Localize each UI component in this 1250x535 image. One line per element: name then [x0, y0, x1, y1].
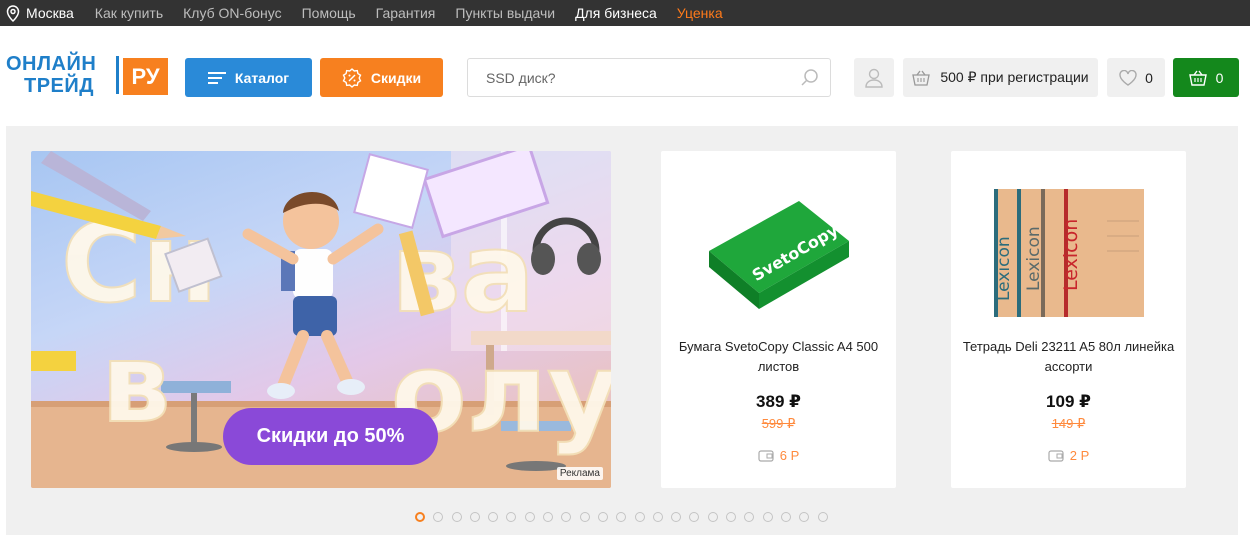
- ad-label: Реклама: [556, 467, 603, 480]
- product-bonus-value: 2 Р: [1069, 448, 1090, 463]
- registration-bonus-button[interactable]: 500 ₽ при регистрации: [903, 58, 1098, 97]
- svg-text:в: в: [101, 319, 171, 447]
- sale-label: Скидки: [370, 69, 422, 86]
- logo-line2: ТРЕЙД: [24, 75, 95, 97]
- link-for-business[interactable]: Для бизнеса: [575, 5, 657, 21]
- sale-button[interactable]: Скидки: [320, 58, 443, 97]
- heart-icon: [1119, 69, 1137, 86]
- catalog-label: Каталог: [234, 69, 290, 86]
- product-bonus-value: 6 Р: [779, 448, 800, 463]
- carousel-dot[interactable]: [799, 512, 810, 522]
- bonus-card-icon: [758, 449, 774, 462]
- favorites-button[interactable]: 0: [1107, 58, 1165, 97]
- carousel-dot[interactable]: [744, 512, 755, 522]
- search-bar: [467, 58, 831, 97]
- carousel-dot[interactable]: [762, 512, 773, 522]
- carousel-dot[interactable]: [506, 512, 517, 522]
- city-selector[interactable]: Москва: [6, 4, 74, 22]
- search-icon[interactable]: [800, 68, 820, 88]
- carousel-dot[interactable]: [433, 512, 444, 522]
- link-pickup-points[interactable]: Пункты выдачи: [455, 5, 555, 21]
- link-how-to-buy[interactable]: Как купить: [95, 5, 163, 21]
- carousel-dot[interactable]: [597, 512, 608, 522]
- carousel-dot[interactable]: [707, 512, 718, 522]
- link-markdown[interactable]: Уценка: [677, 5, 723, 21]
- svg-text:Lexicon: Lexicon: [1024, 226, 1044, 291]
- catalog-button[interactable]: Каталог: [185, 58, 312, 97]
- svg-text:Lexicon: Lexicon: [1060, 219, 1082, 291]
- carousel-dot[interactable]: [561, 512, 572, 522]
- link-warranty[interactable]: Гарантия: [376, 5, 436, 21]
- top-bar: Москва Как купить Клуб ON-бонус Помощь Г…: [0, 0, 1250, 26]
- carousel-dot[interactable]: [652, 512, 663, 522]
- product-old-price: 149 ₽: [1051, 416, 1086, 431]
- header: ОНЛАЙН ТРЕЙД РУ Каталог Скидки 500 ₽ при…: [0, 26, 1250, 126]
- favorites-count: 0: [1145, 69, 1153, 86]
- logo-line1: ОНЛАЙН: [6, 53, 97, 75]
- product-image-paper: SvetoCopy: [709, 201, 849, 309]
- carousel-dot[interactable]: [817, 512, 828, 522]
- basket-icon: [912, 70, 931, 86]
- registration-bonus-text: 500 ₽ при регистрации: [940, 69, 1089, 85]
- cart-basket-icon: [1188, 70, 1207, 86]
- site-logo[interactable]: ОНЛАЙН ТРЕЙД РУ: [6, 53, 168, 101]
- cart-button[interactable]: 0: [1173, 58, 1239, 97]
- carousel-dot[interactable]: [689, 512, 700, 522]
- discount-pill[interactable]: Скидки до 50%: [223, 408, 438, 465]
- location-pin-icon: [6, 4, 20, 22]
- carousel-dot[interactable]: [780, 512, 791, 522]
- carousel-dot[interactable]: [469, 512, 480, 522]
- product-image-notebooks: Lexicon Lexicon Lexicon: [994, 189, 1144, 317]
- bonus-card-icon: [1048, 449, 1064, 462]
- logo-divider: [116, 56, 119, 94]
- carousel-dot[interactable]: [616, 512, 627, 522]
- product-old-price: 599 ₽: [761, 416, 796, 431]
- product-price: 389 ₽: [756, 392, 801, 411]
- carousel-dot[interactable]: [671, 512, 682, 522]
- account-button[interactable]: [854, 58, 894, 97]
- product-bonus: 2 Р: [951, 448, 1186, 463]
- carousel-pagination: [415, 512, 836, 522]
- product-card[interactable]: SvetoCopy Бумага SvetoCopy Classic A4 50…: [661, 151, 896, 488]
- product-name[interactable]: Тетрадь Deli 23211 A5 80л линейка ассорт…: [961, 337, 1176, 377]
- carousel-dot[interactable]: [488, 512, 499, 522]
- carousel-dot[interactable]: [726, 512, 737, 522]
- carousel-dot[interactable]: [579, 512, 590, 522]
- link-on-bonus-club[interactable]: Клуб ON-бонус: [183, 5, 281, 21]
- logo-ru-badge: РУ: [123, 58, 168, 95]
- svg-text:Lexicon: Lexicon: [994, 236, 1014, 301]
- product-bonus: 6 Р: [661, 448, 896, 463]
- product-name[interactable]: Бумага SvetoCopy Classic A4 500 листов: [671, 337, 886, 377]
- link-help[interactable]: Помощь: [302, 5, 356, 21]
- user-icon: [865, 68, 883, 88]
- carousel-dot[interactable]: [634, 512, 645, 522]
- search-input[interactable]: [486, 68, 786, 88]
- promo-banner[interactable]: Сн ва в олу Скидки до 50% Реклама: [31, 151, 611, 488]
- carousel-dot[interactable]: [524, 512, 535, 522]
- carousel-dot[interactable]: [543, 512, 554, 522]
- city-name: Москва: [26, 5, 74, 21]
- carousel-dot[interactable]: [415, 512, 425, 522]
- promo-section: Сн ва в олу Скидки до 50% Реклама SvetoC…: [6, 126, 1238, 535]
- discount-badge-icon: [342, 67, 362, 88]
- menu-icon: [207, 71, 226, 84]
- cart-count: 0: [1215, 69, 1224, 86]
- product-price: 109 ₽: [1046, 392, 1091, 411]
- product-card[interactable]: Lexicon Lexicon Lexicon Тетрадь Deli 232…: [951, 151, 1186, 488]
- carousel-dot[interactable]: [451, 512, 462, 522]
